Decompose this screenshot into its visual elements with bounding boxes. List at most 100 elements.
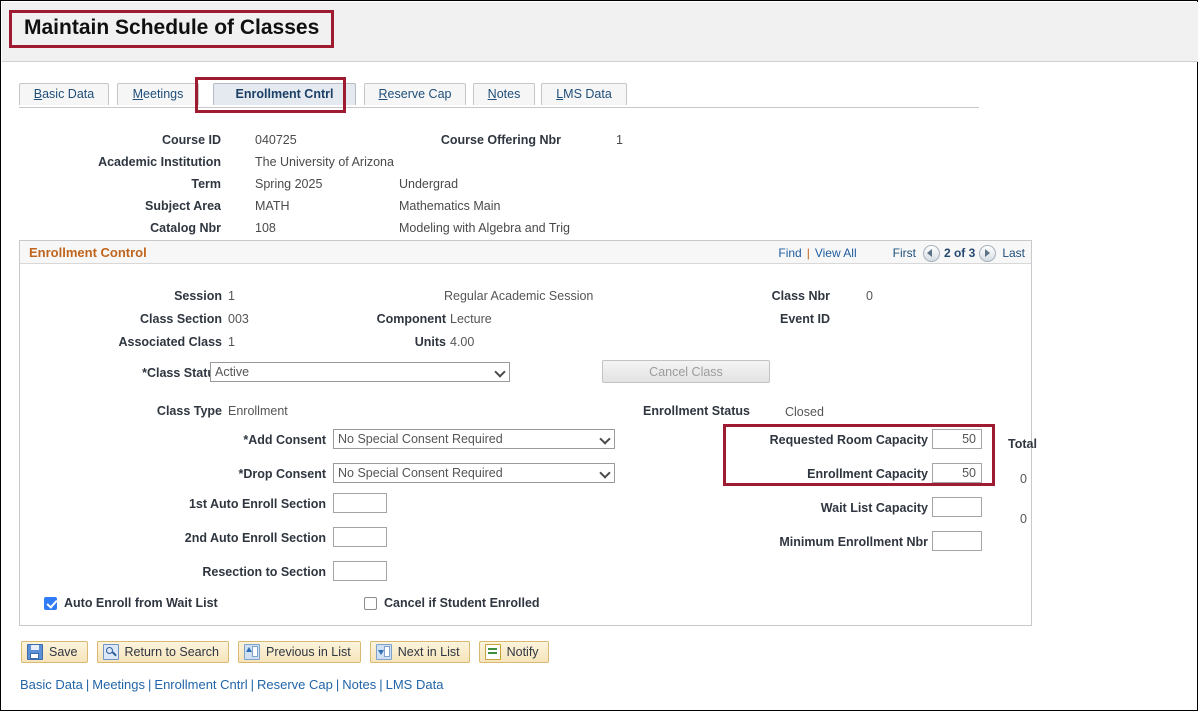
course-offering-nbr-value: 1 bbox=[616, 133, 623, 147]
action-toolbar: Save Return to Search Previous in List N… bbox=[21, 641, 549, 663]
resection-to-section-input[interactable] bbox=[333, 561, 387, 581]
enrollment-capacity-label: Enrollment Capacity bbox=[807, 467, 928, 481]
next-row-icon[interactable] bbox=[979, 244, 997, 262]
auto-enroll-wait-list-label: Auto Enroll from Wait List bbox=[64, 596, 218, 610]
bottom-link-bar: Basic Data | Meetings | Enrollment Cntrl | Res… bbox=[20, 677, 443, 692]
chevron-down-icon bbox=[599, 433, 611, 445]
add-consent-select[interactable]: No Special Consent Required bbox=[333, 429, 615, 449]
auto-enroll-wait-list-checkbox[interactable] bbox=[44, 596, 57, 610]
tab-meetings[interactable]: Meetings bbox=[117, 83, 199, 105]
bottom-link-enrollment-cntrl[interactable]: Enrollment Cntrl bbox=[154, 677, 247, 692]
nav-separator: | bbox=[806, 246, 810, 260]
tab-notes[interactable]: Notes bbox=[473, 83, 535, 105]
class-status-label: *Class Status bbox=[142, 366, 222, 380]
enrollment-capacity-total: 0 bbox=[1020, 472, 1027, 486]
tab-notes-label: otes bbox=[496, 87, 521, 101]
second-auto-enroll-section-label: 2nd Auto Enroll Section bbox=[184, 531, 326, 545]
previous-page-icon bbox=[244, 644, 260, 660]
class-status-select[interactable]: Active bbox=[210, 362, 510, 382]
associated-class-value: 1 bbox=[228, 335, 235, 349]
wait-list-capacity-total: 0 bbox=[1020, 512, 1027, 526]
last-link[interactable]: Last bbox=[1002, 246, 1025, 260]
row-counter: 2 of 3 bbox=[943, 246, 976, 260]
link-separator: | bbox=[250, 677, 254, 692]
cancel-class-button[interactable]: Cancel Class bbox=[602, 360, 770, 383]
tab-enrollment-cntrl-label: Enrollment Cntrl bbox=[235, 87, 334, 101]
component-label: Component bbox=[376, 312, 446, 326]
row-navigation: Find | View All First 2 of 3 Last bbox=[778, 244, 1025, 262]
previous-row-icon[interactable] bbox=[922, 244, 940, 262]
drop-consent-selected-value: No Special Consent Required bbox=[338, 466, 503, 480]
catalog-nbr-label: Catalog Nbr bbox=[150, 221, 221, 235]
course-id-label: Course ID bbox=[161, 133, 221, 147]
save-button[interactable]: Save bbox=[21, 641, 88, 663]
chevron-down-icon bbox=[599, 467, 611, 479]
save-button-label: Save bbox=[49, 645, 78, 659]
course-id-value: 040725 bbox=[255, 133, 297, 147]
tab-basic-data[interactable]: Basic Data bbox=[19, 83, 109, 105]
return-to-search-button[interactable]: Return to Search bbox=[96, 641, 229, 663]
next-in-list-button-label: Next in List bbox=[397, 645, 460, 659]
bottom-link-notes[interactable]: Notes bbox=[342, 677, 376, 692]
term-label: Term bbox=[191, 177, 221, 191]
first-link[interactable]: First bbox=[893, 246, 916, 260]
subject-area-label: Subject Area bbox=[145, 199, 221, 213]
tab-reserve-cap-accesskey: R bbox=[378, 87, 388, 101]
chevron-down-icon bbox=[494, 366, 506, 378]
term-value: Spring 2025 bbox=[255, 177, 323, 191]
notify-button[interactable]: Notify bbox=[478, 641, 549, 663]
tab-basic-data-accesskey: B bbox=[33, 87, 43, 101]
class-nbr-label: Class Nbr bbox=[771, 289, 830, 303]
bottom-link-basic-data[interactable]: Basic Data bbox=[20, 677, 83, 692]
session-label: Session bbox=[174, 289, 222, 303]
cancel-if-student-enrolled-checkbox[interactable] bbox=[364, 596, 377, 610]
minimum-enrollment-nbr-label: Minimum Enrollment Nbr bbox=[779, 535, 928, 549]
find-link[interactable]: Find bbox=[778, 246, 801, 260]
class-status-selected-value: Active bbox=[215, 365, 250, 379]
term-career-value: Undergrad bbox=[399, 177, 459, 191]
first-auto-enroll-section-input[interactable] bbox=[333, 493, 387, 513]
add-consent-label: *Add Consent bbox=[243, 433, 326, 447]
tab-enrollment-cntrl[interactable]: Enrollment Cntrl bbox=[213, 83, 356, 105]
event-id-label: Event ID bbox=[779, 312, 830, 326]
requested-room-capacity-input[interactable] bbox=[932, 429, 982, 449]
link-separator: | bbox=[85, 677, 90, 692]
tab-lms-data[interactable]: LMS Data bbox=[541, 83, 627, 105]
cancel-if-student-enrolled-checkbox-row[interactable]: Cancel if Student Enrolled bbox=[364, 596, 540, 610]
page-title-highlight-box: Maintain Schedule of Classes bbox=[9, 10, 335, 48]
component-value: Lecture bbox=[450, 312, 492, 326]
class-type-label: Class Type bbox=[156, 404, 222, 418]
subject-area-value: MATH bbox=[255, 199, 290, 213]
bottom-link-lms-data[interactable]: LMS Data bbox=[386, 677, 444, 692]
tab-reserve-cap[interactable]: Reserve Cap bbox=[364, 83, 466, 105]
minimum-enrollment-nbr-input[interactable] bbox=[932, 531, 982, 551]
tab-notes-accesskey: N bbox=[487, 87, 497, 101]
class-section-label: Class Section bbox=[140, 312, 222, 326]
second-auto-enroll-section-input[interactable] bbox=[333, 527, 387, 547]
course-offering-nbr-label: Course Offering Nbr bbox=[440, 133, 561, 147]
associated-class-label: Associated Class bbox=[118, 335, 222, 349]
drop-consent-select[interactable]: No Special Consent Required bbox=[333, 463, 615, 483]
units-value: 4.00 bbox=[450, 335, 475, 349]
session-value: 1 bbox=[228, 289, 235, 303]
wait-list-capacity-input[interactable] bbox=[932, 497, 982, 517]
next-in-list-button[interactable]: Next in List bbox=[369, 641, 470, 663]
bottom-link-meetings[interactable]: Meetings bbox=[92, 677, 145, 692]
auto-enroll-wait-list-checkbox-row[interactable]: Auto Enroll from Wait List bbox=[44, 596, 218, 610]
enrollment-capacity-input[interactable] bbox=[932, 463, 982, 483]
notify-envelope-icon bbox=[484, 644, 501, 660]
tab-basic-data-label: asic Data bbox=[42, 87, 95, 101]
enrollment-status-value: Closed bbox=[785, 405, 824, 419]
add-consent-selected-value: No Special Consent Required bbox=[338, 432, 503, 446]
link-separator: | bbox=[148, 677, 152, 692]
catalog-nbr-value: 108 bbox=[255, 221, 276, 235]
view-all-link[interactable]: View All bbox=[815, 246, 857, 260]
tab-meetings-accesskey: M bbox=[132, 87, 144, 101]
subject-area-description: Mathematics Main bbox=[399, 199, 501, 213]
save-floppy-icon bbox=[27, 644, 43, 660]
class-section-value: 003 bbox=[228, 312, 249, 326]
bottom-link-reserve-cap[interactable]: Reserve Cap bbox=[257, 677, 333, 692]
class-type-value: Enrollment bbox=[228, 404, 288, 418]
panel-title: Enrollment Control bbox=[29, 245, 147, 260]
previous-in-list-button[interactable]: Previous in List bbox=[238, 641, 361, 663]
